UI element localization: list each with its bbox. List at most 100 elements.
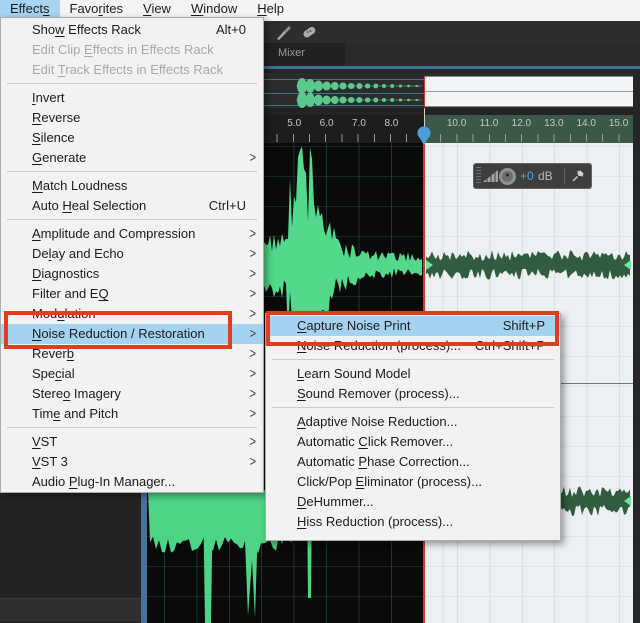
mixer-tab-label: Mixer (278, 47, 305, 59)
ruler-label: 11.0 (479, 118, 499, 129)
noise-submenu-item-hiss-reduction-process[interactable]: Hiss Reduction (process)... (266, 512, 560, 532)
menu-shortcut: Alt+0 (216, 22, 246, 37)
left-panel-footer (0, 598, 141, 621)
ruler-label: 7.0 (352, 118, 366, 129)
menu-item-label: Generate (32, 150, 87, 165)
menu-item-label: Noise Reduction (process)... (297, 338, 462, 353)
menu-item-label: Modulation (32, 306, 96, 321)
menu-item-label: Sound Remover (process)... (297, 386, 460, 401)
menu-item-label: Special (32, 366, 75, 381)
menu-item-label: Audio Plug-In Manager... (32, 474, 176, 489)
menu-item-label: Amplitude and Compression (32, 226, 196, 241)
menu-item-label: Edit Clip Effects in Effects Rack (32, 42, 214, 57)
menu-item-label: Silence (32, 130, 75, 145)
effects-menu-item-delay-and-echo[interactable]: Delay and Echo > (1, 244, 263, 264)
ruler-label: 5.0 (287, 118, 302, 129)
ruler-label: 13.0 (544, 118, 564, 129)
effects-menu-item-audio-plug-in-manager[interactable]: Audio Plug-In Manager... (1, 472, 263, 492)
effects-menu-item-noise-reduction-restoration[interactable]: Noise Reduction / Restoration > (1, 324, 263, 344)
effects-menu-item-vst[interactable]: VST > (1, 432, 263, 452)
submenu-arrow-icon: > (249, 150, 256, 166)
menu-item-label: Capture Noise Print (297, 318, 411, 333)
menu-shortcut: Ctrl+U (208, 198, 246, 213)
noise-submenu-item-automatic-click-remover[interactable]: Automatic Click Remover... (266, 432, 560, 452)
effects-menu-item-vst-3[interactable]: VST 3 > (1, 452, 263, 472)
menubar-item-label: ites (102, 1, 123, 16)
effects-menu-item-silence[interactable]: Silence (1, 128, 263, 148)
noise-submenu-item-learn-sound-model[interactable]: Learn Sound Model (266, 364, 560, 384)
menubar-item-help[interactable]: Help (247, 0, 294, 17)
menu-item-label: Reverb (32, 346, 74, 361)
effects-menu-item-invert[interactable]: Invert (1, 88, 263, 108)
hud-drag-grip[interactable] (476, 167, 481, 185)
noise-reduction-submenu: Capture Noise Print Shift+P Noise Reductio… (265, 313, 561, 541)
menubar-item-label: iew (151, 1, 171, 16)
effects-menu-item-reverb[interactable]: Reverb > (1, 344, 263, 364)
menu-shortcut: Shift+P (502, 318, 545, 333)
effects-menu-item-stereo-imagery[interactable]: Stereo Imagery > (1, 384, 263, 404)
menu-separator (7, 171, 257, 172)
noise-submenu-item-automatic-phase-correction[interactable]: Automatic Phase Correction... (266, 452, 560, 472)
knob-icon[interactable] (498, 167, 517, 186)
track-color-strip (141, 493, 147, 623)
noise-submenu-item-noise-reduction-process[interactable]: Noise Reduction (process)... Ctrl+Shift+P (266, 336, 560, 356)
menubar-item-label: H (257, 1, 267, 16)
menu-item-label: Show Effects Rack (32, 22, 141, 37)
menubar-item-favorites[interactable]: Favorites (60, 0, 133, 17)
pin-icon[interactable] (571, 168, 586, 183)
effects-menu-item-generate[interactable]: Generate > (1, 148, 263, 168)
ruler-ticks (424, 134, 633, 142)
menu-item-label: Auto Heal Selection (32, 198, 147, 213)
noise-submenu-item-adaptive-noise-reduction[interactable]: Adaptive Noise Reduction... (266, 412, 560, 432)
hud-divider (564, 168, 565, 184)
gain-value: +0 (520, 169, 534, 183)
bandaid-icon[interactable] (300, 24, 318, 41)
menu-item-label: Edit Track Effects in Effects Rack (32, 62, 223, 77)
menu-item-label: Noise Reduction / Restoration (32, 326, 205, 341)
effects-menu-item-edit-track-effects-in-effects-rack: Edit Track Effects in Effects Rack (1, 60, 263, 80)
effects-menu-item-edit-clip-effects-in-effects-rack: Edit Clip Effects in Effects Rack (1, 40, 263, 60)
menu-item-label: Time and Pitch (32, 406, 119, 421)
menu-item-label: VST (32, 434, 58, 449)
audition-window: { "menubar": { "items": [ {"pre":"Effect… (0, 0, 640, 623)
menubar-item-view[interactable]: View (133, 0, 181, 17)
effects-menu-item-match-loudness[interactable]: Match Loudness (1, 176, 263, 196)
menu-separator (7, 83, 257, 84)
effects-menu-item-show-effects-rack[interactable]: Show Effects Rack Alt+0 (1, 20, 263, 40)
playhead-marker[interactable] (417, 126, 431, 146)
menu-item-label: Automatic Phase Correction... (297, 454, 470, 469)
effects-menu-item-time-and-pitch[interactable]: Time and Pitch > (1, 404, 263, 424)
ruler-label: 10.0 (446, 118, 467, 129)
effects-menu-item-amplitude-and-compression[interactable]: Amplitude and Compression > (1, 224, 263, 244)
menu-item-label: DeHummer... (297, 494, 374, 509)
menu-item-label: Invert (32, 90, 65, 105)
menu-item-label: Match Loudness (32, 178, 128, 193)
overview-selection-divider (424, 91, 633, 92)
effects-menu-item-diagnostics[interactable]: Diagnostics > (1, 264, 263, 284)
noise-submenu-item-dehummer[interactable]: DeHummer... (266, 492, 560, 512)
noise-submenu-item-sound-remover-process[interactable]: Sound Remover (process)... (266, 384, 560, 404)
playhead-stem (424, 108, 425, 128)
menu-separator (272, 359, 554, 360)
effects-menu-item-auto-heal-selection[interactable]: Auto Heal Selection Ctrl+U (1, 196, 263, 216)
ruler-label: 6.0 (319, 118, 334, 129)
menu-item-label: Adaptive Noise Reduction... (297, 414, 458, 429)
overview-playhead-line (424, 76, 425, 107)
menu-separator (272, 407, 554, 408)
menubar-item-label: Effect (10, 1, 44, 16)
noise-submenu-item-click-pop-eliminator-process[interactable]: Click/Pop Eliminator (process)... (266, 472, 560, 492)
effects-menu-item-special[interactable]: Special > (1, 364, 263, 384)
submenu-arrow-icon: > (249, 406, 256, 422)
menubar-item-effects[interactable]: Effects (0, 0, 60, 17)
paintbrush-icon[interactable] (276, 25, 292, 40)
menu-item-label: Filter and EQ (32, 286, 109, 301)
right-edge-panel (633, 69, 640, 623)
effects-menu-item-filter-and-eq[interactable]: Filter and EQ > (1, 284, 263, 304)
menubar-item-window[interactable]: Window (181, 0, 247, 17)
noise-submenu-item-capture-noise-print[interactable]: Capture Noise Print Shift+P (266, 316, 560, 336)
menu-item-label: Diagnostics (32, 266, 100, 281)
effects-menu-item-reverse[interactable]: Reverse (1, 108, 263, 128)
effects-menu-item-modulation[interactable]: Modulation > (1, 304, 263, 324)
volume-hud[interactable]: +0 dB (473, 163, 592, 189)
menu-item-label: Reverse (32, 110, 81, 125)
